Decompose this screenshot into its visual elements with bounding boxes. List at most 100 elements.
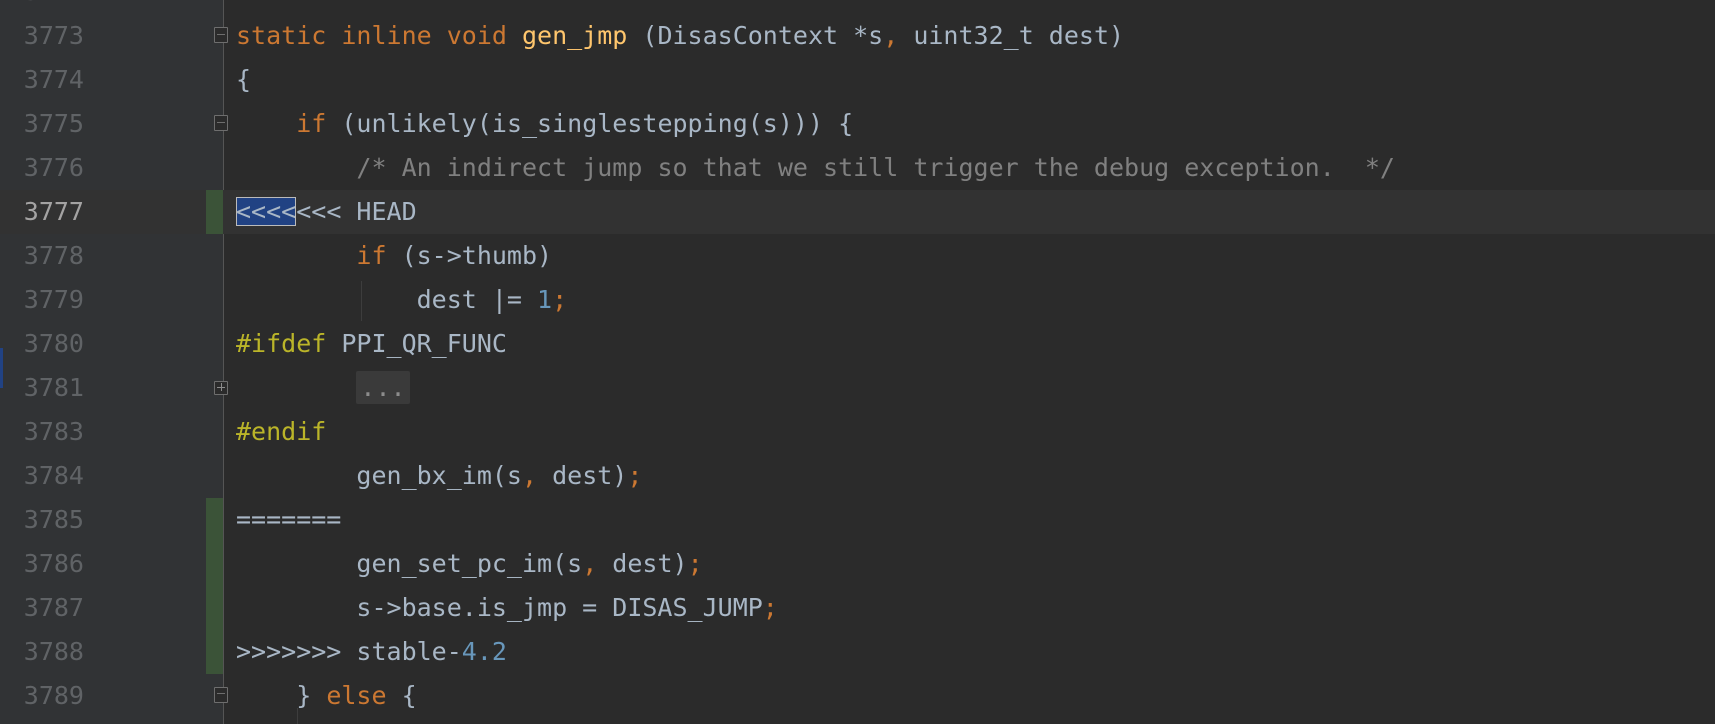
line-number: 3784 (23, 461, 84, 490)
code-line[interactable]: 3783 #endif (0, 410, 1715, 454)
collapse-fold-icon[interactable] (214, 27, 228, 43)
folded-region[interactable]: ... (356, 371, 410, 404)
code-token: s->base.is_jmp = DISAS_JUMP (236, 593, 763, 622)
line-number: 3783 (23, 417, 84, 446)
line-number: 3779 (23, 285, 84, 314)
vcs-change-marker[interactable] (206, 630, 223, 674)
code-token: { (401, 681, 417, 710)
code-token: gen_bx_im(s (236, 461, 522, 490)
vcs-change-marker[interactable] (206, 498, 223, 542)
code-line[interactable]: 3774 { (0, 58, 1715, 102)
selected-text: <<<< (236, 197, 297, 226)
code-token: /* An indirect jump so that we still tri… (356, 153, 1395, 182)
code-token: gen_set_pc_im(s (236, 549, 583, 578)
code-token: ; (552, 285, 568, 314)
code-text[interactable]: if (s->thumb) (236, 234, 552, 278)
vcs-change-marker[interactable] (206, 190, 223, 234)
code-token: static (236, 21, 342, 50)
code-text[interactable]: s->base.is_jmp = DISAS_JUMP; (236, 586, 778, 630)
code-token: (unlikely(is_singlestepping(s))) { (341, 109, 854, 138)
code-token: <<< HEAD (296, 197, 417, 226)
line-number: 3787 (23, 593, 84, 622)
line-number: 3786 (23, 549, 84, 578)
code-token: PPI_QR_FUNC (341, 329, 507, 358)
code-token: dest |= (236, 285, 538, 314)
code-line[interactable]: 3778 if (s->thumb) (0, 234, 1715, 278)
code-token: >>>>>>> stable- (236, 637, 462, 666)
code-text[interactable]: gen_set_pc_im(s, dest); (236, 542, 703, 586)
code-line[interactable]: 3776 /* An indirect jump so that we stil… (0, 146, 1715, 190)
code-token: , (521, 461, 538, 490)
code-line[interactable]: 3784 gen_bx_im(s, dest); (0, 454, 1715, 498)
line-number: 3773 (23, 21, 84, 50)
code-token: } (236, 681, 327, 710)
code-line[interactable]: 3775 if (unlikely(is_singlestepping(s)))… (0, 102, 1715, 146)
code-token: else (326, 681, 402, 710)
vcs-change-marker[interactable] (206, 586, 223, 630)
code-line[interactable]: 3786 gen_set_pc_im(s, dest); (0, 542, 1715, 586)
code-token: #endif (236, 417, 327, 446)
code-token: if (296, 109, 342, 138)
code-line[interactable]: 3773 static inline void gen_jmp (DisasCon… (0, 14, 1715, 58)
code-token: ======= (236, 505, 342, 534)
code-line[interactable]: 3780 #ifdef PPI_QR_FUNC (0, 322, 1715, 366)
code-line[interactable]: 3785 ======= (0, 498, 1715, 542)
code-token: uint32_t dest) (898, 21, 1125, 50)
line-number: 3789 (23, 681, 84, 710)
code-token: void (446, 21, 522, 50)
code-token: ; (627, 461, 643, 490)
code-token: { (236, 65, 252, 94)
code-text[interactable]: ======= (236, 498, 341, 542)
code-text[interactable]: /* An indirect jump so that we still tri… (236, 146, 1395, 190)
code-token: 4.2 (461, 637, 507, 666)
code-token: (s->thumb) (401, 241, 553, 270)
code-token: 1 (537, 285, 553, 314)
line-number: 3776 (23, 153, 84, 182)
code-text[interactable]: if (unlikely(is_singlestepping(s))) { (236, 102, 853, 146)
code-text[interactable]: #endif (236, 410, 326, 454)
code-line[interactable]: 3777 <<<<<<< HEAD (0, 190, 1715, 234)
code-token: dest) (537, 461, 628, 490)
line-number: 3777 (23, 197, 84, 226)
code-token: dest) (597, 549, 688, 578)
line-number: 3781 (23, 373, 84, 402)
collapse-fold-icon[interactable] (214, 687, 228, 703)
collapse-fold-icon[interactable] (214, 115, 228, 131)
code-text[interactable]: ... (236, 366, 410, 410)
code-token: (DisasContext *s (627, 21, 884, 50)
code-token: gen_jmp (521, 21, 628, 50)
code-text[interactable]: <<<<<<< HEAD (236, 190, 417, 234)
code-text[interactable]: { (236, 58, 251, 102)
line-number: 3774 (23, 65, 84, 94)
line-number: 3785 (23, 505, 84, 534)
expand-fold-icon[interactable] (214, 381, 228, 395)
code-line[interactable]: 3788 >>>>>>> stable-4.2 (0, 630, 1715, 674)
code-text[interactable]: >>>>>>> stable-4.2 (236, 630, 507, 674)
code-text[interactable]: static inline void gen_jmp (DisasContext… (236, 14, 1124, 58)
line-number: 3780 (23, 329, 84, 358)
code-text[interactable]: gen_bx_im(s, dest); (236, 454, 642, 498)
code-token: , (582, 549, 598, 578)
code-token: #ifdef (236, 329, 342, 358)
code-token: ; (687, 549, 703, 578)
code-token: , (883, 21, 899, 50)
line-number: 3778 (23, 241, 84, 270)
code-token: ; (762, 593, 778, 622)
code-token: inline (341, 21, 447, 50)
code-line[interactable]: 3789 } else { (0, 674, 1715, 718)
code-text[interactable]: } else { (236, 674, 417, 718)
vcs-change-marker[interactable] (206, 542, 223, 586)
code-editor[interactable]: 3772 3773 static inline void gen_jmp (Dis… (0, 0, 1715, 724)
code-text[interactable]: #ifdef PPI_QR_FUNC (236, 322, 507, 366)
code-text[interactable]: dest |= 1; (236, 278, 568, 322)
code-line[interactable]: 3781 ... (0, 366, 1715, 410)
code-line[interactable]: 3779 dest |= 1; (0, 278, 1715, 322)
code-token: if (356, 241, 402, 270)
code-line[interactable]: 3787 s->base.is_jmp = DISAS_JUMP; (0, 586, 1715, 630)
line-number: 3788 (23, 637, 84, 666)
partial-line-number: 3772 (0, 0, 84, 14)
